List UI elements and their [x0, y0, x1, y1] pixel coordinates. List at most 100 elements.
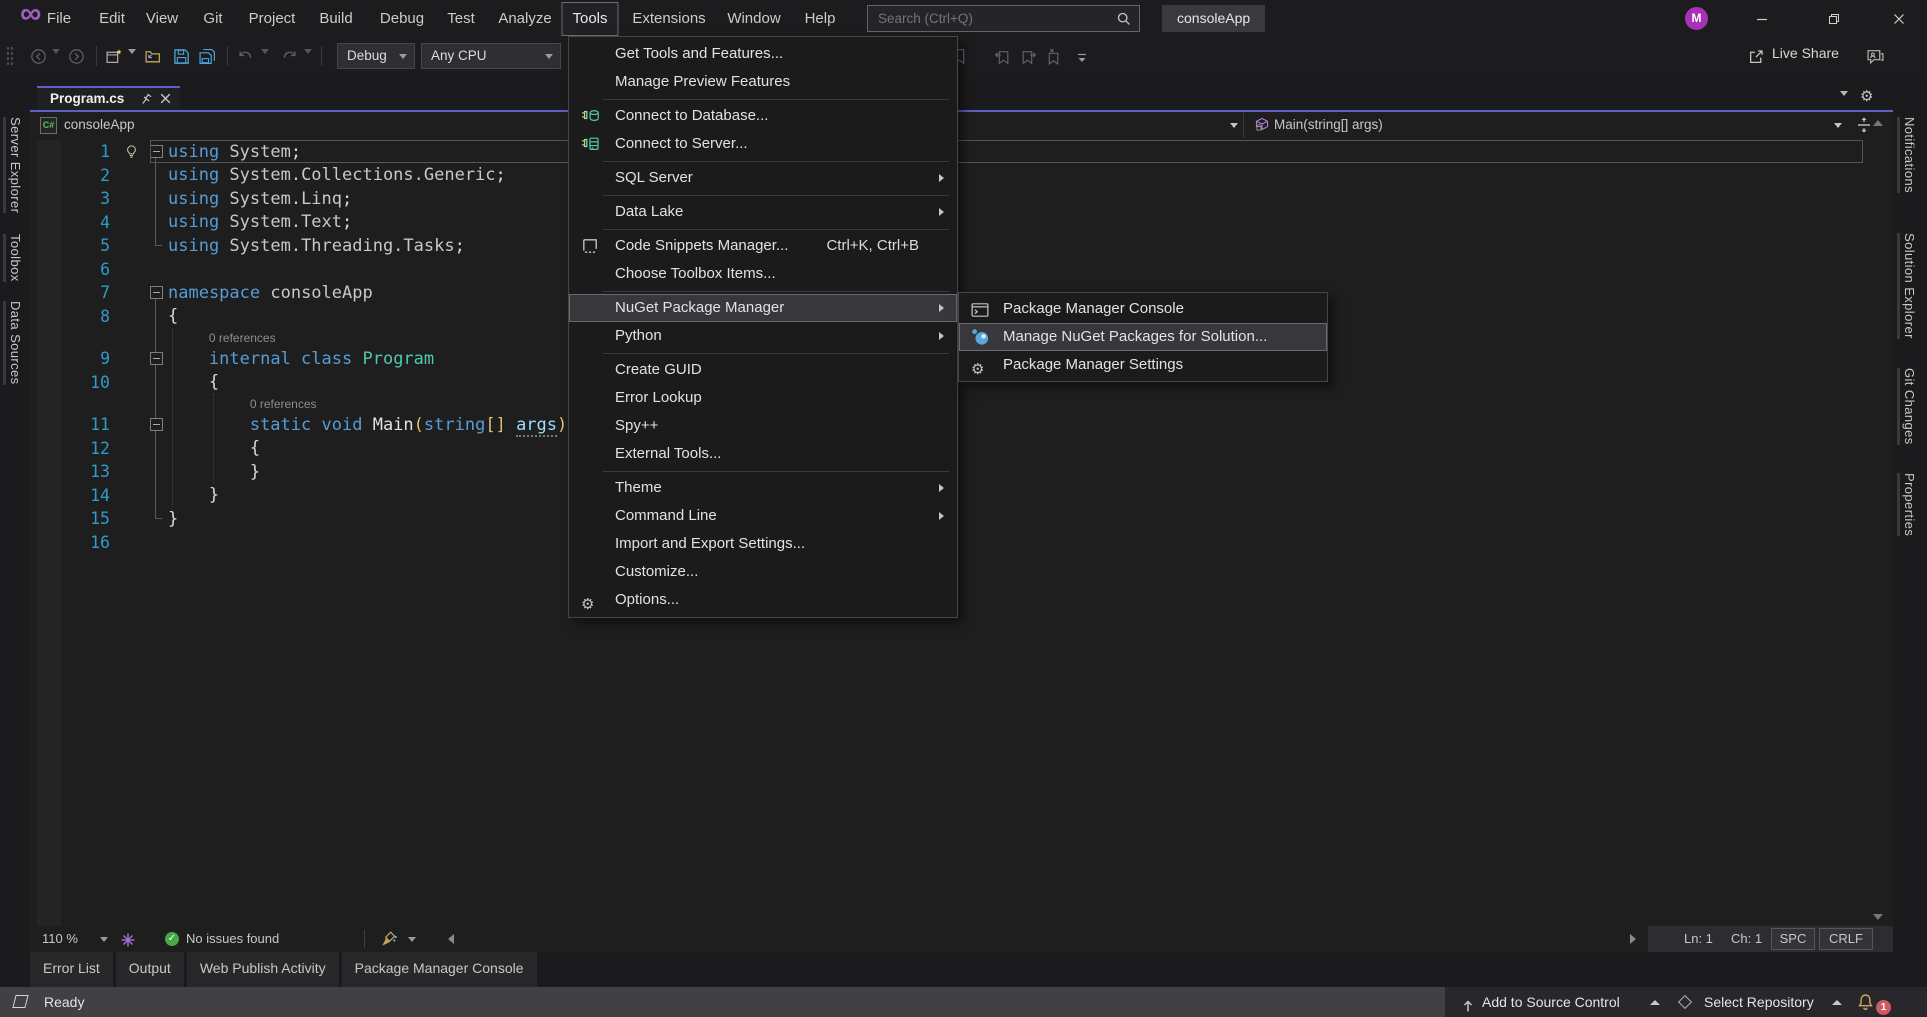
line-ending-indicator[interactable]: CRLF: [1819, 928, 1873, 950]
menu-item-create-guid[interactable]: Create GUID: [569, 356, 957, 384]
menubar-item-project[interactable]: Project: [238, 2, 307, 36]
menu-item-code-snippets-manager[interactable]: Code Snippets Manager...Ctrl+K, Ctrl+B: [569, 232, 957, 260]
menu-item-manage-preview-features[interactable]: Manage Preview Features: [569, 68, 957, 96]
save-icon[interactable]: [173, 48, 190, 70]
document-tab[interactable]: Program.cs: [37, 86, 180, 110]
live-share-button[interactable]: Live Share: [1772, 45, 1839, 61]
navigate-forward-icon[interactable]: [68, 48, 85, 70]
solution-configuration-dropdown[interactable]: Debug: [337, 43, 415, 69]
menu-item-python[interactable]: Python: [569, 322, 957, 350]
zoom-dropdown[interactable]: 110 %: [42, 926, 78, 952]
open-file-icon[interactable]: [144, 48, 162, 70]
clear-bookmarks-icon[interactable]: [1045, 48, 1062, 70]
breadcrumb-project-caret-icon[interactable]: [1230, 123, 1238, 128]
split-editor-icon[interactable]: [1856, 116, 1872, 137]
menubar-item-window[interactable]: Window: [716, 2, 791, 36]
dock-tab-notifications[interactable]: Notifications: [1902, 117, 1917, 193]
encoding-indicator[interactable]: SPC: [1771, 928, 1815, 950]
add-to-source-control-icon[interactable]: [1460, 994, 1476, 1017]
codelens-references[interactable]: 0 references: [166, 397, 317, 411]
menubar-item-file[interactable]: File: [36, 2, 82, 36]
notifications-bell-icon[interactable]: [1856, 992, 1875, 1017]
hscroll-right-icon[interactable]: [1630, 934, 1636, 944]
select-repository-button[interactable]: Select Repository: [1704, 987, 1814, 1017]
scrollbar-down-icon[interactable]: [1873, 914, 1883, 920]
feedback-icon[interactable]: [1866, 48, 1885, 70]
menubar-item-extensions[interactable]: Extensions: [621, 2, 716, 36]
menubar-item-debug[interactable]: Debug: [369, 2, 435, 36]
menubar-item-git[interactable]: Git: [192, 2, 233, 36]
fold-collapse-toggle[interactable]: [150, 352, 163, 365]
breadcrumb-member-dropdown[interactable]: Main(string[] args): [1274, 117, 1383, 132]
menu-item-package-manager-console[interactable]: Package Manager Console: [959, 295, 1327, 323]
hscroll-left-icon[interactable]: [448, 934, 454, 944]
dock-tab-data-sources[interactable]: Data Sources: [8, 301, 23, 385]
menu-item-manage-nuget-packages-for-solution[interactable]: Manage NuGet Packages for Solution...: [959, 323, 1327, 351]
fold-collapse-toggle[interactable]: [150, 286, 163, 299]
toolbar-grip[interactable]: [6, 46, 14, 66]
tab-options-gear-icon[interactable]: ⚙: [1860, 88, 1873, 106]
menubar-item-view[interactable]: View: [135, 2, 189, 36]
panel-tab-web-publish-activity[interactable]: Web Publish Activity: [187, 952, 339, 987]
search-input[interactable]: [868, 6, 1106, 31]
dock-tab-toolbox[interactable]: Toolbox: [8, 234, 23, 282]
new-project-icon[interactable]: [105, 48, 123, 70]
restore-button[interactable]: [1806, 0, 1862, 37]
dock-tab-solution-explorer[interactable]: Solution Explorer: [1902, 233, 1917, 339]
menubar-item-tools[interactable]: Tools: [561, 2, 618, 36]
menubar-item-test[interactable]: Test: [436, 2, 486, 36]
menu-item-customize[interactable]: Customize...: [569, 558, 957, 586]
pin-tab-icon[interactable]: [139, 92, 152, 111]
breadcrumb-project-dropdown[interactable]: consoleApp: [64, 117, 135, 132]
menu-item-theme[interactable]: Theme: [569, 474, 957, 502]
toolbar-overflow-icon[interactable]: [1076, 51, 1088, 69]
menu-item-error-lookup[interactable]: Error Lookup: [569, 384, 957, 412]
add-to-source-control-caret-icon[interactable]: [1650, 1000, 1660, 1005]
solution-name-button[interactable]: consoleApp: [1162, 5, 1265, 32]
redo-icon[interactable]: [280, 48, 298, 70]
user-avatar[interactable]: M: [1685, 7, 1708, 30]
breadcrumb-member-caret-icon[interactable]: [1834, 123, 1842, 128]
dock-tab-server-explorer[interactable]: Server Explorer: [8, 117, 23, 213]
minimize-button[interactable]: [1734, 0, 1790, 37]
navigate-backward-icon[interactable]: [30, 48, 47, 70]
menubar-item-build[interactable]: Build: [308, 2, 363, 36]
menubar-item-help[interactable]: Help: [794, 2, 847, 36]
next-bookmark-icon[interactable]: [1020, 48, 1037, 70]
menu-item-connect-to-database[interactable]: Connect to Database...: [569, 102, 957, 130]
dock-tab-properties[interactable]: Properties: [1902, 473, 1917, 536]
undo-icon[interactable]: [237, 48, 255, 70]
notification-badge[interactable]: 1: [1876, 1000, 1891, 1015]
background-tasks-icon[interactable]: [12, 995, 28, 1008]
menubar-item-analyze[interactable]: Analyze: [487, 2, 562, 36]
menu-item-import-and-export-settings[interactable]: Import and Export Settings...: [569, 530, 957, 558]
panel-tab-output[interactable]: Output: [116, 952, 184, 987]
menu-item-spy[interactable]: Spy++: [569, 412, 957, 440]
scrollbar-up-icon[interactable]: [1873, 120, 1883, 126]
search-icon[interactable]: [1116, 11, 1132, 32]
undo-dropdown-icon[interactable]: [261, 54, 269, 72]
menu-item-get-tools-and-features[interactable]: Get Tools and Features...: [569, 40, 957, 68]
dock-tab-git-changes[interactable]: Git Changes: [1902, 368, 1917, 445]
lightbulb-icon[interactable]: [116, 144, 146, 160]
add-to-source-control-button[interactable]: Add to Source Control: [1482, 987, 1620, 1017]
menu-item-external-tools[interactable]: External Tools...: [569, 440, 957, 468]
fold-collapse-toggle[interactable]: [150, 418, 163, 431]
navigate-backward-dropdown-icon[interactable]: [52, 54, 60, 72]
panel-tab-error-list[interactable]: Error List: [30, 952, 113, 987]
menu-item-command-line[interactable]: Command Line: [569, 502, 957, 530]
health-check-icon[interactable]: ✓: [165, 932, 179, 946]
issues-status-label[interactable]: No issues found: [186, 926, 279, 952]
panel-tab-package-manager-console[interactable]: Package Manager Console: [342, 952, 537, 987]
menu-item-package-manager-settings[interactable]: ⚙Package Manager Settings: [959, 351, 1327, 379]
menu-item-data-lake[interactable]: Data Lake: [569, 198, 957, 226]
solution-platform-dropdown[interactable]: Any CPU: [421, 43, 561, 69]
menu-item-connect-to-server[interactable]: Connect to Server...: [569, 130, 957, 158]
new-project-dropdown-icon[interactable]: [128, 54, 136, 72]
menu-item-sql-server[interactable]: SQL Server: [569, 164, 957, 192]
select-repository-caret-icon[interactable]: [1832, 1000, 1842, 1005]
menu-item-choose-toolbox-items[interactable]: Choose Toolbox Items...: [569, 260, 957, 288]
close-tab-icon[interactable]: [159, 92, 172, 110]
live-share-icon[interactable]: [1748, 48, 1765, 70]
menu-item-nuget-package-manager[interactable]: NuGet Package Manager: [569, 294, 957, 322]
